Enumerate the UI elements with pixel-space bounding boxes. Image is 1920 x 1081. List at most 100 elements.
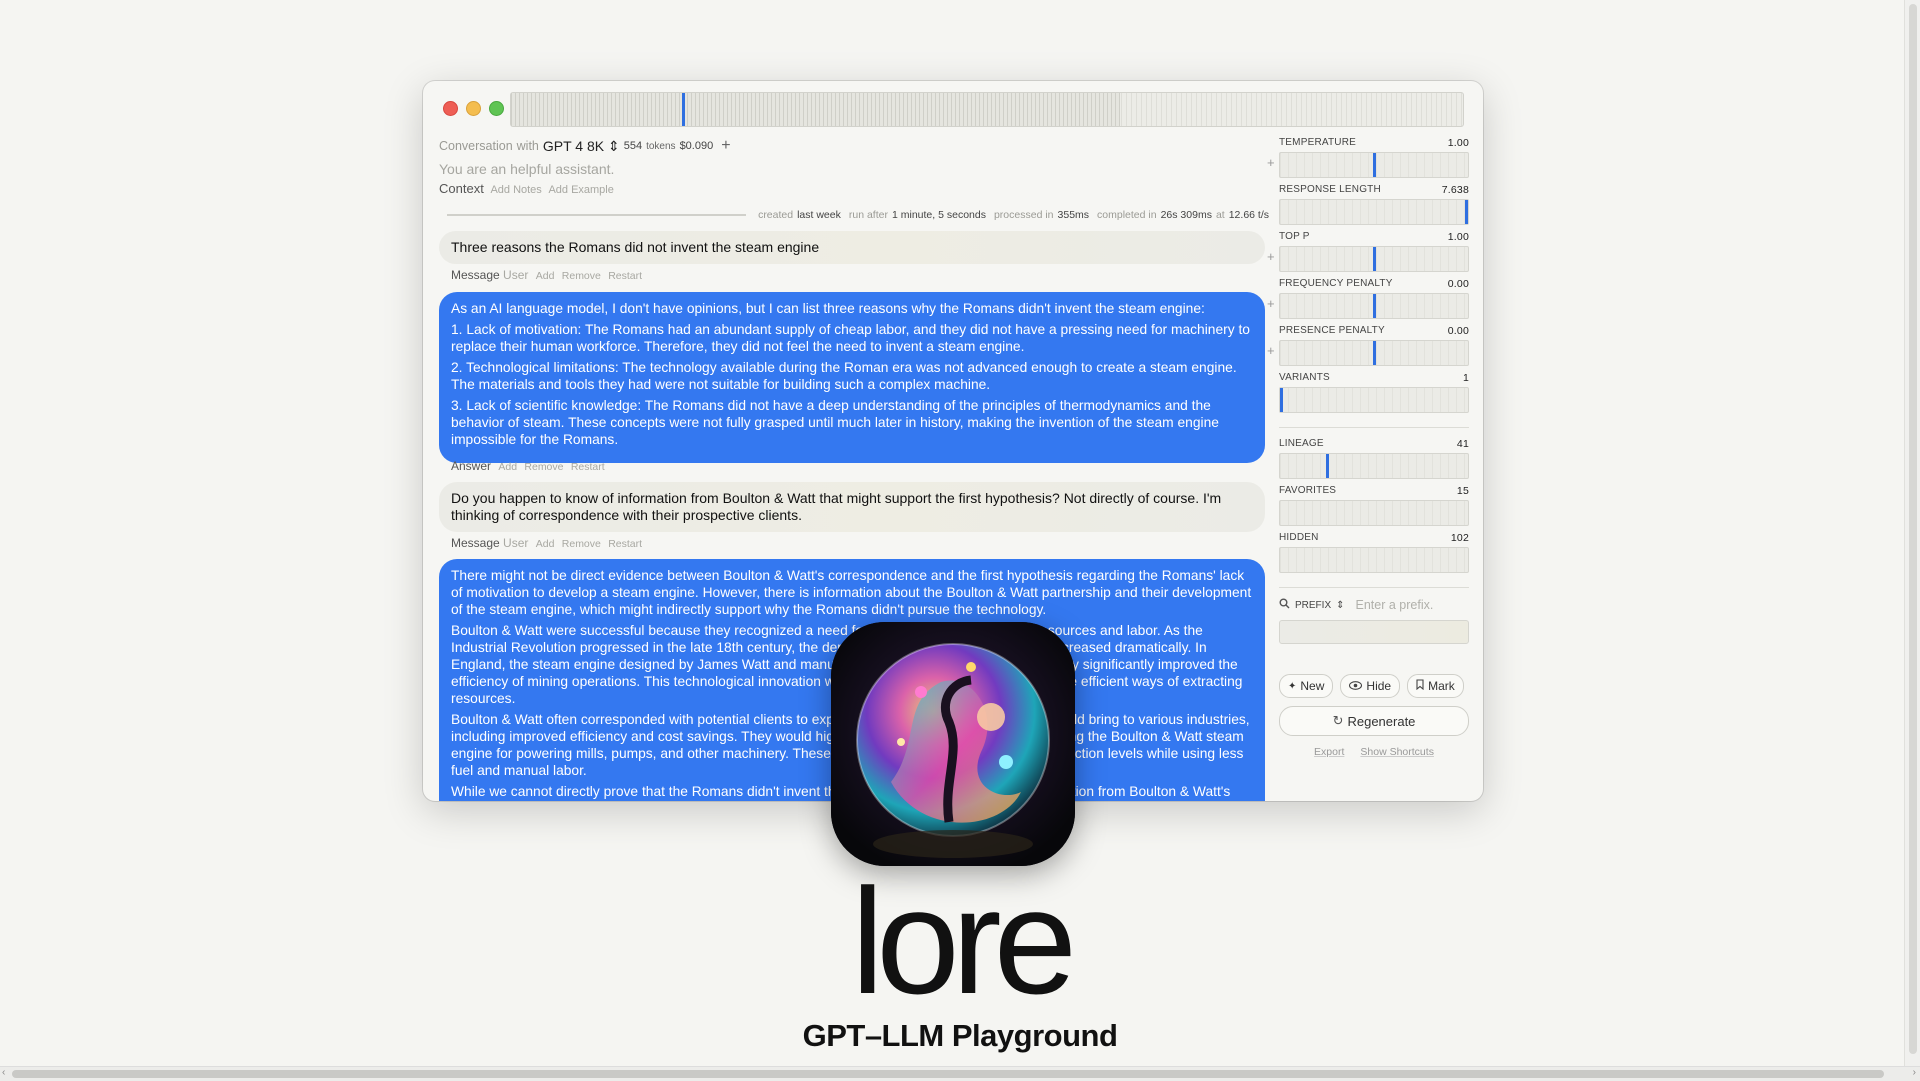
add-button[interactable]: Add — [536, 270, 555, 282]
add-conversation-button[interactable]: + — [721, 137, 730, 155]
bookmark-icon — [1416, 679, 1424, 693]
scroll-left-icon[interactable]: ‹ — [2, 1067, 5, 1078]
answer-bubble[interactable]: As an AI language model, I don't have op… — [439, 292, 1265, 463]
message-role[interactable]: User — [503, 268, 528, 282]
with-label: with — [516, 139, 539, 153]
message-kind-label: Message — [451, 536, 500, 550]
vertical-scrollbar[interactable] — [1904, 0, 1920, 1066]
system-prompt-field[interactable]: You are an helpful assistant. — [439, 161, 1269, 177]
mark-button[interactable]: Mark — [1407, 674, 1464, 698]
horizontal-scroll-thumb[interactable] — [12, 1070, 1884, 1078]
temperature-label: TEMPERATURE — [1279, 137, 1357, 148]
close-window-button[interactable] — [443, 101, 458, 116]
add-example-link[interactable]: Add Example — [548, 184, 613, 196]
new-button[interactable]: ✦ New — [1279, 674, 1334, 698]
temperature-add-icon[interactable]: + — [1267, 155, 1275, 170]
answer-paragraph: 3. Lack of scientific knowledge: The Rom… — [451, 398, 1219, 447]
frequency-penalty-label-row: FREQUENCY PENALTY 0.00 — [1279, 278, 1469, 292]
response-length-control: RESPONSE LENGTH 7.638 — [1279, 184, 1469, 231]
temperature-slider-knob[interactable] — [1372, 153, 1376, 177]
processed-value: 355ms — [1057, 209, 1090, 221]
restart-button[interactable]: Restart — [608, 270, 642, 282]
nebula-sphere-icon — [831, 622, 1075, 866]
hidden-label-row: HIDDEN 102 — [1279, 532, 1469, 546]
top-p-label: TOP P — [1279, 231, 1310, 242]
presence-penalty-value: 0.00 — [1447, 325, 1469, 337]
rate-value: 12.66 t/s — [1228, 209, 1269, 221]
prefix-field[interactable] — [1279, 620, 1469, 644]
top-p-slider[interactable] — [1279, 246, 1469, 272]
horizontal-scrollbar[interactable]: ‹ › — [0, 1066, 1920, 1081]
run-value: 1 minute, 5 seconds — [891, 209, 986, 221]
favorites-value: 15 — [1456, 485, 1469, 497]
user-message-bubble[interactable]: Three reasons the Romans did not invent … — [439, 231, 1265, 264]
add-notes-link[interactable]: Add Notes — [490, 184, 541, 196]
prefix-row: PREFIX ⇕ Enter a prefix. — [1279, 598, 1469, 612]
lineage-control: LINEAGE 41 — [1279, 438, 1469, 485]
user-message-bubble[interactable]: Do you happen to know of information fro… — [439, 482, 1265, 532]
panel-divider — [1279, 587, 1469, 588]
frequency-penalty-slider[interactable] — [1279, 293, 1469, 319]
app-icon — [831, 622, 1075, 866]
top-p-slider-knob[interactable] — [1372, 247, 1376, 271]
response-length-label: RESPONSE LENGTH — [1279, 184, 1381, 195]
restart-button[interactable]: Restart — [571, 461, 605, 473]
message-text: Three reasons the Romans did not invent … — [451, 239, 820, 255]
add-button[interactable]: Add — [498, 461, 517, 473]
parameters-panel: TEMPERATURE 1.00 + RESPONSE LENGTH 7.638 TOP … — [1267, 137, 1469, 758]
remove-button[interactable]: Remove — [562, 270, 601, 282]
message-role[interactable]: User — [503, 536, 528, 550]
zoom-window-button[interactable] — [489, 101, 504, 116]
processed-label: processed in — [993, 209, 1054, 221]
message-text: Do you happen to know of information fro… — [451, 490, 1222, 523]
favorites-slider[interactable] — [1279, 500, 1469, 526]
response-length-slider-knob[interactable] — [1465, 200, 1468, 224]
timeline-current-marker[interactable] — [682, 93, 686, 126]
add-button[interactable]: Add — [536, 538, 555, 550]
remove-button[interactable]: Remove — [524, 461, 563, 473]
answer-meta-row: Answer Add Remove Restart — [451, 459, 605, 473]
top-p-add-icon[interactable]: + — [1267, 249, 1275, 264]
lineage-slider-knob[interactable] — [1326, 454, 1330, 478]
variants-slider[interactable] — [1279, 387, 1469, 413]
footer-links: Export Show Shortcuts — [1279, 746, 1469, 758]
lineage-label-row: LINEAGE 41 — [1279, 438, 1469, 452]
export-link[interactable]: Export — [1314, 746, 1344, 758]
regenerate-button[interactable]: ↻ Regenerate — [1279, 706, 1469, 736]
brand-tagline: GPT–LLM Playground — [802, 1018, 1118, 1053]
run-stats: created last week run after 1 minute, 5 … — [447, 208, 1269, 222]
prefix-input[interactable]: Enter a prefix. — [1356, 598, 1434, 612]
response-length-slider[interactable] — [1279, 199, 1469, 225]
history-timeline[interactable] — [510, 92, 1464, 127]
hide-button[interactable]: Hide — [1340, 674, 1401, 698]
model-selector[interactable]: GPT 4 8K ⇕ — [543, 138, 620, 155]
created-label: created — [758, 209, 794, 221]
hidden-slider[interactable] — [1279, 547, 1469, 573]
minimize-window-button[interactable] — [466, 101, 481, 116]
temperature-slider[interactable] — [1279, 152, 1469, 178]
frequency-penalty-slider-knob[interactable] — [1372, 294, 1376, 318]
hide-button-label: Hide — [1366, 679, 1392, 693]
panel-divider — [1279, 427, 1469, 428]
top-p-control: TOP P 1.00 + — [1267, 231, 1469, 278]
restart-button[interactable]: Restart — [608, 538, 642, 550]
presence-penalty-slider-knob[interactable] — [1372, 341, 1376, 365]
show-shortcuts-link[interactable]: Show Shortcuts — [1360, 746, 1434, 758]
brand-logo-wordmark: lore — [850, 857, 1077, 1025]
variants-slider-knob[interactable] — [1280, 388, 1283, 412]
context-row: Context Add Notes Add Example — [439, 181, 1269, 196]
hidden-value: 102 — [1450, 532, 1469, 544]
eye-icon — [1349, 679, 1363, 693]
chevron-updown-icon[interactable]: ⇕ — [1336, 600, 1344, 611]
scroll-right-icon[interactable]: › — [1913, 1067, 1916, 1078]
answer-paragraph: 2. Technological limitations: The techno… — [451, 360, 1237, 392]
favorites-control: FAVORITES 15 — [1279, 485, 1469, 532]
vertical-scroll-thumb[interactable] — [1909, 4, 1917, 1054]
presence-penalty-add-icon[interactable]: + — [1267, 343, 1275, 358]
lineage-slider[interactable] — [1279, 453, 1469, 479]
stats-divider — [447, 214, 747, 216]
temperature-value: 1.00 — [1447, 137, 1469, 149]
frequency-penalty-add-icon[interactable]: + — [1267, 296, 1275, 311]
presence-penalty-slider[interactable] — [1279, 340, 1469, 366]
remove-button[interactable]: Remove — [562, 538, 601, 550]
